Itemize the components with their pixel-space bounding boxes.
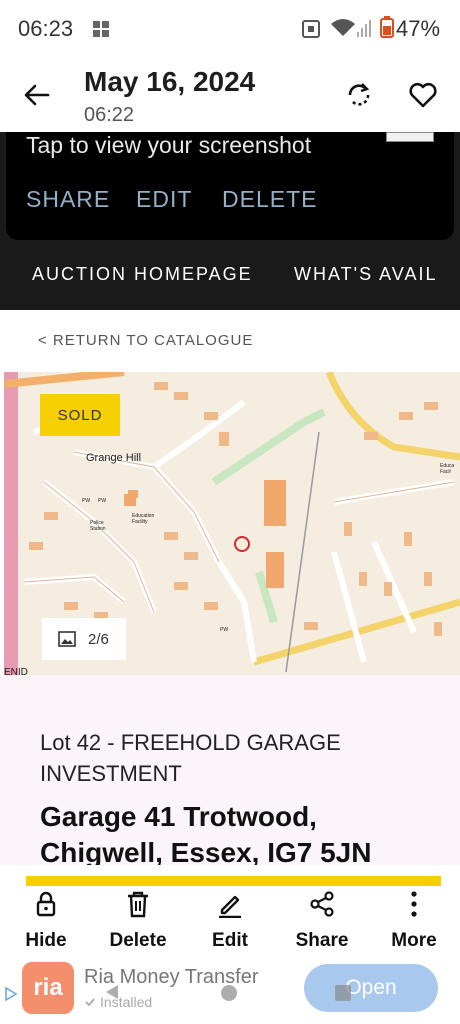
svg-text:Grange Hill: Grange Hill — [86, 452, 141, 464]
svg-text:Station: Station — [90, 526, 106, 532]
yellow-divider — [26, 876, 441, 886]
svg-text:PW: PW — [98, 498, 106, 504]
screenshot-preview[interactable]: Tap to view your screenshot SHARE EDIT D… — [0, 132, 460, 310]
screenshot-thumbnail[interactable] — [386, 132, 434, 142]
lot-details: Lot 42 - FREEHOLD GARAGE INVESTMENT Gara… — [0, 675, 460, 865]
image-gallery-icon — [58, 631, 76, 647]
return-to-catalogue-link[interactable]: < RETURN TO CATALOGUE — [38, 332, 253, 349]
sold-badge: SOLD — [40, 394, 120, 436]
screenshot-toast[interactable]: Tap to view your screenshot SHARE EDIT D… — [6, 132, 454, 240]
wifi-icon — [331, 19, 355, 36]
ad-open-button[interactable]: Open — [304, 964, 438, 1012]
signal-icon — [357, 20, 371, 37]
photo-counter[interactable]: 2/6 — [42, 618, 126, 660]
lock-icon — [36, 891, 56, 917]
rotate-icon[interactable] — [344, 80, 374, 110]
delete-button[interactable]: Delete — [98, 890, 178, 952]
screenshot-action-bar: Hide Delete Edit Share More — [0, 886, 460, 956]
property-address: Garage 41 Trotwood, Chigwell, Essex, IG7… — [40, 801, 372, 865]
nav-home-icon[interactable] — [220, 984, 238, 1002]
app-header: May 16, 2024 06:22 — [0, 58, 460, 132]
status-time: 06:23 — [18, 16, 74, 41]
ria-logo: ria — [22, 962, 74, 1014]
svg-text:PW: PW — [82, 498, 90, 504]
trash-icon — [128, 891, 148, 918]
status-bar: 06:23 47% — [0, 0, 460, 58]
nav-back-icon[interactable] — [102, 982, 122, 1002]
more-button[interactable]: More — [374, 890, 454, 952]
photo-counter-text: 2/6 — [88, 630, 109, 648]
nfc-icon — [302, 20, 320, 38]
svg-text:Facil: Facil — [440, 469, 451, 475]
back-arrow-icon[interactable] — [22, 80, 52, 110]
ad-banner[interactable]: ria Ria Money Transfer Installed Open — [0, 956, 460, 1024]
nav-whats-available[interactable]: WHAT'S AVAIL — [294, 264, 437, 285]
toast-message: Tap to view your screenshot — [26, 132, 312, 158]
toast-edit-button[interactable]: EDIT — [136, 186, 192, 213]
share-label: Share — [295, 930, 349, 951]
pencil-icon — [219, 895, 241, 918]
svg-text:PW: PW — [220, 627, 228, 633]
nav-recents-icon[interactable] — [334, 984, 352, 1002]
hide-button[interactable]: Hide — [6, 890, 86, 952]
svg-text:Facility: Facility — [132, 519, 148, 525]
more-label: More — [391, 930, 437, 951]
screenshot-date-title: May 16, 2024 — [84, 66, 256, 97]
toast-share-button[interactable]: SHARE — [26, 186, 110, 213]
edit-button[interactable]: Edit — [190, 890, 270, 952]
favorite-heart-icon[interactable] — [408, 80, 438, 110]
more-vertical-icon — [411, 891, 417, 917]
ad-choices-icon[interactable] — [4, 986, 18, 1002]
share-icon — [310, 891, 334, 917]
hide-label: Hide — [25, 930, 67, 951]
share-button[interactable]: Share — [282, 890, 362, 952]
toast-delete-button[interactable]: DELETE — [222, 186, 317, 213]
battery-percent: 47% — [396, 16, 441, 41]
svg-text:ENID: ENID — [4, 667, 28, 675]
installed-check-icon — [85, 998, 95, 1007]
location-map[interactable]: Grange Hill Police Station Education Fac… — [4, 372, 460, 675]
edit-label: Edit — [212, 930, 248, 951]
nav-auction-homepage[interactable]: AUCTION HOMEPAGE — [32, 264, 253, 285]
lot-heading: Lot 42 - FREEHOLD GARAGE INVESTMENT — [40, 730, 341, 786]
screenshot-time: 06:22 — [84, 104, 135, 126]
delete-label: Delete — [109, 930, 167, 951]
site-nav-bar: AUCTION HOMEPAGE WHAT'S AVAIL — [0, 240, 460, 310]
notification-icon — [93, 21, 109, 37]
battery-icon — [380, 16, 394, 38]
